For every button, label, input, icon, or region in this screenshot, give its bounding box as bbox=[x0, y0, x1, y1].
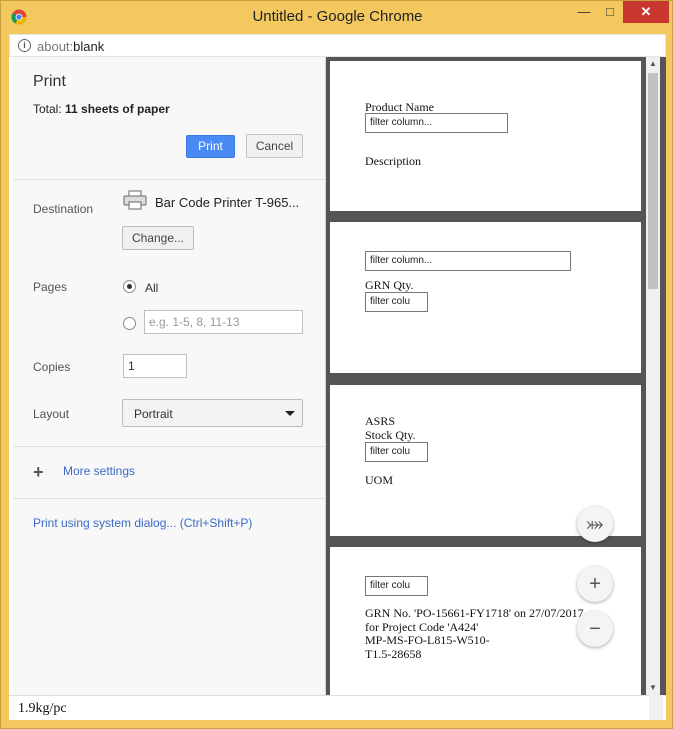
divider bbox=[13, 179, 325, 180]
page-content: Print Total: 11 sheets of paper Print Ca… bbox=[9, 57, 666, 720]
total-sheets: Total: 11 sheets of paper bbox=[33, 102, 170, 116]
underlying-page-strip: 1.9kg/pc bbox=[9, 695, 666, 720]
total-prefix: Total: bbox=[33, 102, 66, 116]
plus-icon[interactable]: + bbox=[33, 462, 44, 483]
pages-range-radio[interactable] bbox=[123, 317, 136, 330]
weight-text: 1.9kg/pc bbox=[18, 701, 67, 716]
close-button[interactable]: ✕ bbox=[623, 1, 669, 23]
divider bbox=[13, 446, 325, 447]
grn-line-4: T1.5-28658 bbox=[365, 647, 422, 661]
layout-value: Portrait bbox=[134, 407, 173, 421]
pages-label: Pages bbox=[33, 280, 68, 294]
divider bbox=[13, 498, 325, 499]
title-bar[interactable]: Untitled - Google Chrome — □ ✕ bbox=[1, 1, 673, 33]
copies-label: Copies bbox=[33, 360, 71, 374]
cancel-button[interactable]: Cancel bbox=[246, 134, 303, 158]
layout-select[interactable]: Portrait bbox=[122, 399, 303, 427]
product-name-text: Product Name bbox=[365, 100, 434, 114]
system-dialog-link[interactable]: Print using system dialog... (Ctrl+Shift… bbox=[33, 516, 252, 530]
preview-page-1: Product Name filter column... Descriptio… bbox=[330, 61, 641, 211]
destination-label: Destination bbox=[33, 202, 94, 216]
grn-line-3: MP-MS-FO-L815-W510- bbox=[365, 633, 490, 647]
info-icon[interactable]: i bbox=[18, 39, 31, 52]
print-preview[interactable]: Product Name filter column... Descriptio… bbox=[326, 57, 666, 695]
more-settings-link[interactable]: More settings bbox=[63, 464, 135, 478]
preview-scrollbar[interactable]: ▲ ▼ bbox=[646, 57, 660, 695]
print-title: Print bbox=[33, 73, 66, 90]
url-rest: blank bbox=[73, 39, 105, 54]
browser-window: Untitled - Google Chrome — □ ✕ i about:b… bbox=[0, 0, 673, 729]
url-text: about:blank bbox=[37, 39, 104, 54]
page-scrollbar[interactable] bbox=[649, 695, 663, 720]
description-text: Description bbox=[365, 154, 421, 168]
stock-qty-text: Stock Qty. bbox=[365, 428, 416, 442]
change-button[interactable]: Change... bbox=[122, 226, 194, 250]
uom-text: UOM bbox=[365, 473, 394, 487]
pages-all-radio[interactable] bbox=[123, 280, 136, 293]
scroll-up-icon[interactable]: ▲ bbox=[646, 57, 660, 71]
grn-qty-text: GRN Qty. bbox=[365, 278, 414, 292]
grn-line-2: for Project Code 'A424' bbox=[365, 620, 479, 634]
grn-line-1: GRN No. 'PO-15661-FY1718' on 27/07/2017 bbox=[365, 606, 584, 620]
printer-icon bbox=[123, 190, 147, 210]
scroll-down-icon[interactable]: ▼ bbox=[646, 681, 660, 695]
asrs-text: ASRS bbox=[365, 414, 396, 428]
filter-input: filter column... bbox=[365, 251, 571, 271]
preview-page-2: filter column... GRN Qty. filter colu bbox=[330, 222, 641, 373]
total-value: 11 sheets of paper bbox=[65, 102, 170, 116]
destination-name: Bar Code Printer T-965... bbox=[155, 195, 300, 210]
pages-range-input[interactable]: e.g. 1-5, 8, 11-13 bbox=[144, 310, 303, 334]
address-bar[interactable]: i about:blank bbox=[9, 34, 666, 57]
filter-input: filter colu bbox=[365, 292, 428, 312]
zoom-in-button[interactable]: + bbox=[577, 566, 613, 602]
layout-label: Layout bbox=[33, 407, 70, 421]
chevron-down-icon bbox=[285, 411, 295, 416]
zoom-out-button[interactable]: − bbox=[577, 611, 613, 647]
filter-input: filter column... bbox=[365, 113, 508, 133]
print-settings-panel: Print Total: 11 sheets of paper Print Ca… bbox=[13, 57, 326, 695]
filter-input: filter colu bbox=[365, 442, 428, 462]
copies-input[interactable]: 1 bbox=[123, 354, 187, 378]
print-button[interactable]: Print bbox=[186, 135, 235, 158]
maximize-button[interactable]: □ bbox=[598, 1, 622, 23]
pages-all-label[interactable]: All bbox=[145, 281, 158, 295]
minimize-button[interactable]: — bbox=[572, 1, 596, 23]
fit-to-page-button[interactable]: ⤗ bbox=[577, 506, 613, 542]
url-prefix: about: bbox=[37, 39, 74, 54]
scrollbar-thumb[interactable] bbox=[648, 73, 658, 289]
filter-input: filter colu bbox=[365, 576, 428, 596]
